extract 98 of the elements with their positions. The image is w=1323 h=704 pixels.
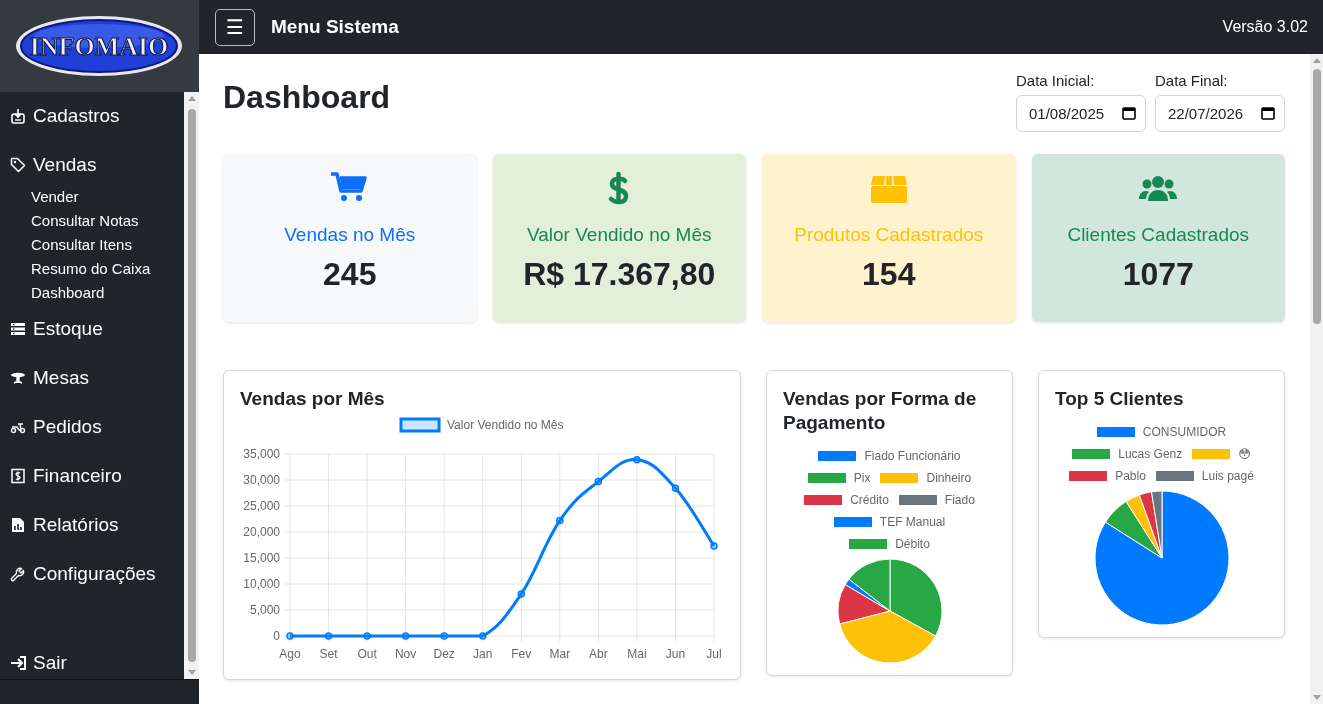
import-icon xyxy=(10,108,26,125)
legend-item: Fiado xyxy=(898,489,975,511)
legend-item: Pix xyxy=(807,467,871,489)
legend-item: 😳 xyxy=(1192,443,1251,465)
y-tick-label: 15,000 xyxy=(243,551,280,565)
date-field[interactable]: 22/07/2026 xyxy=(1155,95,1285,132)
data-point xyxy=(324,632,333,640)
logo-text: INFOMAIO xyxy=(29,31,168,61)
y-tick-label: 25,000 xyxy=(243,499,280,513)
chart-title: Vendas por Forma de Pagamento xyxy=(783,387,978,435)
legend-item: CONSUMIDOR xyxy=(1096,421,1227,443)
x-tick-label: Out xyxy=(357,647,377,661)
data-point xyxy=(556,516,564,525)
date-field[interactable]: 01/08/2025 xyxy=(1016,95,1146,132)
legend-item: Fiado Funcionário xyxy=(818,445,961,467)
arrow-down-icon xyxy=(187,670,196,676)
arrow-up-icon xyxy=(1312,58,1321,63)
money-icon xyxy=(10,468,26,485)
y-tick-label: 5,000 xyxy=(249,603,280,617)
x-tick-label: Jul xyxy=(706,647,722,661)
x-tick-label: Nov xyxy=(394,647,417,661)
stat-value: 154 xyxy=(862,256,916,293)
legend-item: Pablo xyxy=(1069,465,1146,487)
legend-item: Dinheiro xyxy=(880,467,972,489)
nav-subitem[interactable]: Vender xyxy=(31,184,184,209)
arrow-up-icon xyxy=(187,95,196,101)
x-tick-label: Dez xyxy=(433,647,455,661)
y-tick-label: 0 xyxy=(273,629,280,643)
data-point xyxy=(594,477,603,486)
x-tick-label: Fev xyxy=(511,647,532,661)
data-point xyxy=(517,590,525,598)
stat-label: Produtos Cadastrados xyxy=(794,224,984,246)
calendar-icon xyxy=(1261,106,1275,120)
nav-subitem[interactable]: Resumo do Caixa xyxy=(31,256,184,281)
nav-item[interactable]: Relatórios xyxy=(10,512,184,538)
x-tick-label: Set xyxy=(319,647,338,661)
x-tick-label: Mar xyxy=(549,647,571,661)
data-point xyxy=(401,632,410,640)
nav-subitem[interactable]: Consultar Itens xyxy=(31,232,184,257)
report-icon xyxy=(10,517,26,534)
legend-item: Crédito xyxy=(804,489,889,511)
scrollbar[interactable] xyxy=(1310,54,1323,704)
nav-subitem[interactable]: Consultar Notas xyxy=(31,208,184,233)
data-point xyxy=(479,632,487,640)
y-tick-label: 35,000 xyxy=(243,447,280,461)
nav-item[interactable]: Estoque xyxy=(10,316,184,342)
nav-item[interactable]: Financeiro xyxy=(10,463,184,489)
wrench-icon xyxy=(10,566,26,583)
table-icon xyxy=(10,370,26,387)
data-point xyxy=(710,542,718,550)
page-title: Dashboard xyxy=(223,78,391,117)
calendar-icon xyxy=(1122,106,1136,120)
data-point xyxy=(363,632,371,640)
data-point xyxy=(440,632,448,640)
y-tick-label: 30,000 xyxy=(243,473,280,487)
legend-item: Luis pagé xyxy=(1155,465,1254,487)
chart-title: Vendas por Mês xyxy=(240,387,386,411)
list-icon xyxy=(10,321,26,338)
scrollbar-thumb[interactable] xyxy=(1312,69,1321,324)
x-tick-label: Mai xyxy=(627,647,647,661)
nav-item[interactable]: Configurações xyxy=(10,561,184,587)
legend-item: TEF Manual xyxy=(833,511,946,533)
x-tick-label: Abr xyxy=(589,647,608,661)
version-label: Versão 3.02 xyxy=(1222,18,1308,36)
logout-item[interactable]: Sair xyxy=(10,650,184,676)
legend-item: Lucas Genz xyxy=(1072,443,1183,465)
app-title: Menu Sistema xyxy=(271,16,399,38)
tag-icon xyxy=(10,157,26,174)
nav-item[interactable]: Pedidos xyxy=(10,414,184,440)
stat-value: 245 xyxy=(323,256,377,293)
x-tick-label: Jun xyxy=(665,647,686,661)
legend-label: Valor Vendido no Mês xyxy=(447,418,564,432)
y-tick-label: 20,000 xyxy=(243,525,280,539)
date-label: Data Inicial: xyxy=(1016,72,1096,91)
data-point xyxy=(286,632,294,640)
stat-value: 1077 xyxy=(1122,256,1194,293)
date-label: Data Final: xyxy=(1155,72,1229,91)
legend-item: Valor Vendido no Mês xyxy=(399,417,564,433)
nav-subitem[interactable]: Dashboard xyxy=(31,280,184,305)
nav-item[interactable]: Vendas xyxy=(10,152,184,178)
nav-item[interactable]: Cadastros xyxy=(10,103,184,129)
x-tick-label: Jan xyxy=(473,647,493,661)
chart-title: Top 5 Clientes xyxy=(1055,387,1185,411)
data-point xyxy=(671,484,680,493)
stat-label: Clientes Cadastrados xyxy=(1067,224,1250,246)
exit-icon xyxy=(10,654,26,671)
scrollbar[interactable] xyxy=(184,91,199,680)
stat-value: R$ 17.367,80 xyxy=(523,256,716,293)
arrow-down-icon xyxy=(1312,695,1321,700)
data-point xyxy=(633,455,641,464)
scrollbar-thumb[interactable] xyxy=(187,108,196,663)
nav-item[interactable]: Mesas xyxy=(10,365,184,391)
stat-label: Valor Vendido no Mês xyxy=(527,224,712,246)
menu-button[interactable]: ☰ xyxy=(215,8,255,46)
legend-item: Débito xyxy=(849,533,930,555)
stat-label: Vendas no Mês xyxy=(284,224,416,246)
x-tick-label: Ago xyxy=(279,647,301,661)
y-tick-label: 10,000 xyxy=(243,577,280,591)
